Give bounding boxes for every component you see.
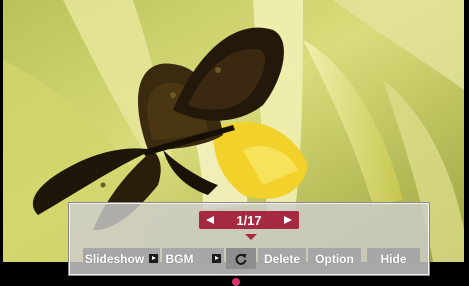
option-button[interactable]: Option [308, 248, 361, 269]
play-icon [149, 254, 159, 263]
page-navigator[interactable]: 1/17 [199, 211, 299, 229]
delete-button[interactable]: Delete [258, 248, 306, 269]
page-counter: 1/17 [236, 212, 262, 228]
bgm-button[interactable]: BGM [162, 248, 224, 269]
option-label: Option [315, 251, 354, 266]
hide-button[interactable]: Hide [367, 248, 420, 269]
bgm-label: BGM [165, 251, 194, 266]
slideshow-label: Slideshow [84, 251, 145, 266]
indicator-dot [232, 278, 240, 286]
hide-label: Hide [380, 251, 407, 266]
rotate-icon [235, 253, 247, 265]
selection-pointer-icon [245, 234, 257, 240]
delete-label: Delete [263, 251, 301, 266]
control-bar: Slideshow BGM Delete Option Hide [83, 248, 420, 269]
play-icon [211, 254, 221, 263]
next-arrow-icon[interactable] [283, 215, 293, 225]
prev-arrow-icon[interactable] [205, 215, 215, 225]
rotate-button[interactable] [226, 248, 256, 269]
slideshow-button[interactable]: Slideshow [83, 248, 160, 269]
